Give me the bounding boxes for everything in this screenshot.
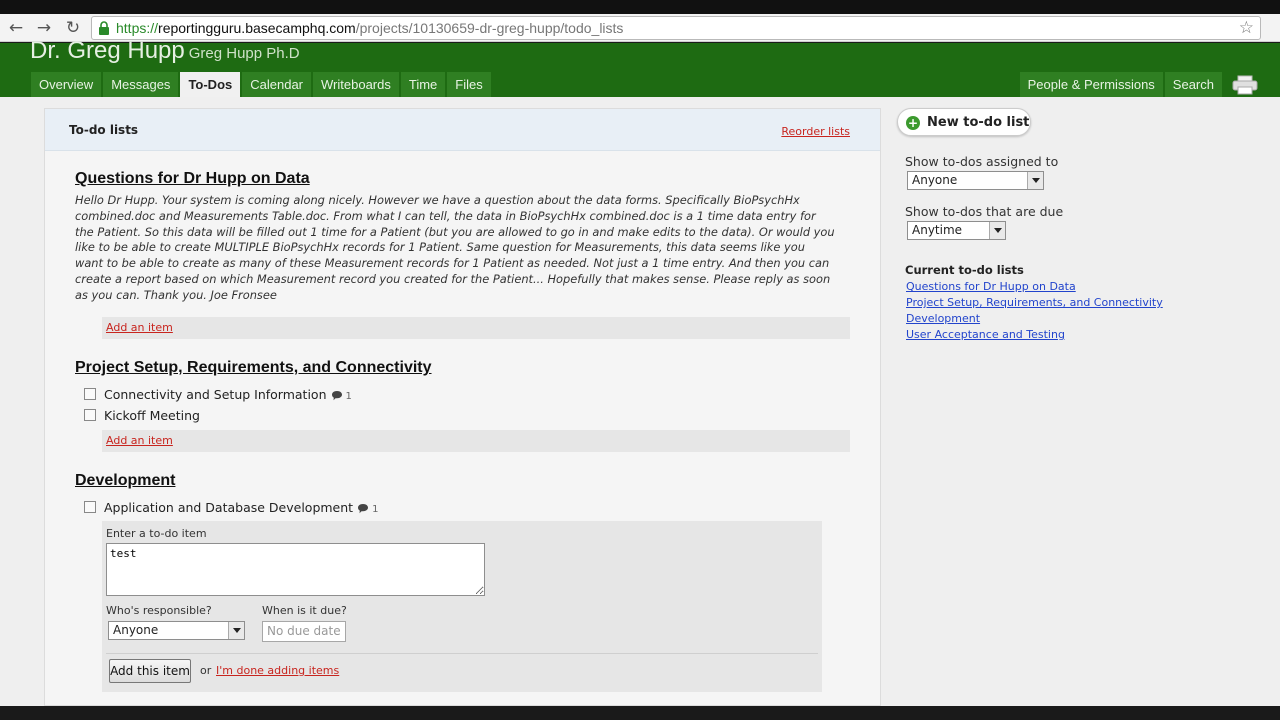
project-header: Dr. Greg Hupp Greg Hupp Ph.D Overview Mes… — [0, 37, 1280, 97]
todo-list-questions: Questions for Dr Hupp on Data Hello Dr H… — [75, 170, 850, 339]
todo-item-text: Application and Database Development 1 — [104, 500, 378, 515]
add-this-item-button[interactable]: Add this item — [109, 659, 191, 683]
screen-bottom-border — [0, 706, 1280, 720]
project-company: Greg Hupp Ph.D — [188, 45, 300, 62]
bookmark-star-icon[interactable]: ☆ — [1239, 18, 1254, 38]
current-list-link[interactable]: Project Setup, Requirements, and Connect… — [906, 295, 1163, 311]
current-list-link[interactable]: Questions for Dr Hupp on Data — [906, 279, 1163, 295]
due-date-input[interactable]: No due date — [262, 621, 346, 642]
todo-item-label: Application and Database Development — [104, 500, 354, 515]
todo-lists-header: To-do lists Reorder lists — [45, 109, 880, 151]
tab-files[interactable]: Files — [447, 72, 491, 97]
plus-icon: + — [906, 116, 920, 130]
add-item-link[interactable]: Add an item — [106, 434, 173, 447]
assigned-filter-label: Show to-dos assigned to — [905, 154, 1059, 169]
todo-lists-panel: To-do lists Reorder lists Questions for … — [44, 108, 881, 706]
todo-item-text: Connectivity and Setup Information 1 — [104, 387, 352, 402]
chevron-down-icon — [989, 222, 1005, 239]
url-path: /projects/10130659-dr-greg-hupp/todo_lis… — [355, 20, 624, 36]
todo-item-textarea[interactable]: test — [106, 543, 485, 596]
current-list-link[interactable]: Development — [906, 311, 1163, 327]
sidebar: + New to-do list Show to-dos assigned to… — [897, 97, 1267, 657]
printer-icon[interactable] — [1228, 72, 1262, 97]
comment-count-value: 1 — [345, 391, 352, 402]
chevron-down-icon — [1027, 172, 1043, 189]
list-title[interactable]: Project Setup, Requirements, and Connect… — [75, 359, 835, 377]
assigned-filter-select[interactable]: Anyone — [907, 171, 1044, 190]
todo-item-label: Kickoff Meeting — [104, 408, 200, 423]
todo-item: Connectivity and Setup Information 1 — [75, 384, 835, 405]
todo-checkbox[interactable] — [84, 409, 96, 421]
add-item-bar: Add an item — [102, 316, 850, 339]
list-description: Hello Dr Hupp. Your system is coming alo… — [75, 193, 835, 302]
todo-list-project-setup: Project Setup, Requirements, and Connect… — [75, 359, 850, 452]
todo-checkbox[interactable] — [84, 388, 96, 400]
responsible-value: Anyone — [113, 623, 159, 637]
comment-count-value: 1 — [372, 504, 379, 515]
assigned-filter-value: Anyone — [912, 173, 958, 187]
lock-icon — [99, 21, 109, 35]
current-list-link[interactable]: User Acceptance and Testing — [906, 327, 1163, 343]
tab-messages[interactable]: Messages — [103, 72, 179, 97]
url-scheme: https:// — [116, 20, 159, 36]
tab-calendar[interactable]: Calendar — [242, 72, 312, 97]
printer-icon-graphic — [1232, 75, 1258, 94]
done-adding-link[interactable]: I'm done adding items — [216, 664, 339, 677]
due-filter-select[interactable]: Anytime — [907, 221, 1006, 240]
tab-time[interactable]: Time — [400, 72, 446, 97]
comment-count[interactable]: 1 — [331, 390, 352, 402]
todo-item: Kickoff Meeting — [75, 405, 835, 426]
current-lists: Questions for Dr Hupp on Data Project Se… — [906, 279, 1163, 343]
tab-people-permissions[interactable]: People & Permissions — [1019, 72, 1163, 97]
tab-search[interactable]: Search — [1164, 72, 1222, 97]
add-todo-form: Enter a to-do item test Who's responsibl… — [102, 521, 822, 692]
form-divider — [106, 653, 818, 654]
project-tabs: Overview Messages To-Dos Calendar Writeb… — [31, 72, 491, 97]
enter-item-label: Enter a to-do item — [106, 527, 207, 540]
project-title: Dr. Greg Hupp Greg Hupp Ph.D — [30, 37, 300, 65]
chevron-down-icon — [228, 622, 244, 639]
todo-checkbox[interactable] — [84, 501, 96, 513]
new-todo-list-label: New to-do list — [927, 115, 1030, 130]
list-title[interactable]: Development — [75, 472, 835, 490]
screen-top-border — [0, 0, 1280, 14]
comment-bubble-icon — [358, 504, 369, 514]
or-text: or — [200, 664, 212, 677]
current-lists-title: Current to-do lists — [905, 263, 1024, 277]
tab-overview[interactable]: Overview — [31, 72, 102, 97]
responsible-select[interactable]: Anyone — [108, 621, 245, 640]
todo-list-development: Development Application and Database Dev… — [75, 472, 835, 518]
reload-icon[interactable]: ↻ — [62, 17, 84, 39]
tab-todos[interactable]: To-Dos — [180, 72, 241, 97]
back-arrow-icon[interactable]: ← — [5, 17, 27, 39]
todo-item-label: Connectivity and Setup Information — [104, 387, 327, 402]
due-date-label: When is it due? — [262, 604, 347, 617]
url-text: https://reportingguru.basecamphq.com/pro… — [116, 20, 623, 36]
add-item-link[interactable]: Add an item — [106, 321, 173, 334]
new-todo-list-button[interactable]: + New to-do list — [897, 108, 1031, 136]
reorder-lists-link[interactable]: Reorder lists — [781, 125, 850, 138]
add-item-bar: Add an item — [102, 430, 850, 452]
comment-count[interactable]: 1 — [357, 503, 378, 515]
responsible-label: Who's responsible? — [106, 604, 212, 617]
forward-arrow-icon[interactable]: → — [33, 17, 55, 39]
list-title[interactable]: Questions for Dr Hupp on Data — [75, 170, 835, 188]
url-host: reportingguru.basecamphq.com — [158, 20, 356, 36]
page-body: To-do lists Reorder lists Questions for … — [0, 97, 1280, 706]
page-title: To-do lists — [69, 123, 139, 137]
due-filter-label: Show to-dos that are due — [905, 204, 1064, 219]
comment-bubble-icon — [331, 391, 342, 401]
tab-writeboards[interactable]: Writeboards — [313, 72, 399, 97]
todo-item: Application and Database Development 1 — [75, 497, 835, 518]
due-filter-value: Anytime — [912, 223, 963, 237]
project-name: Dr. Greg Hupp — [30, 37, 185, 64]
header-right-tabs: People & Permissions Search — [1019, 72, 1262, 97]
